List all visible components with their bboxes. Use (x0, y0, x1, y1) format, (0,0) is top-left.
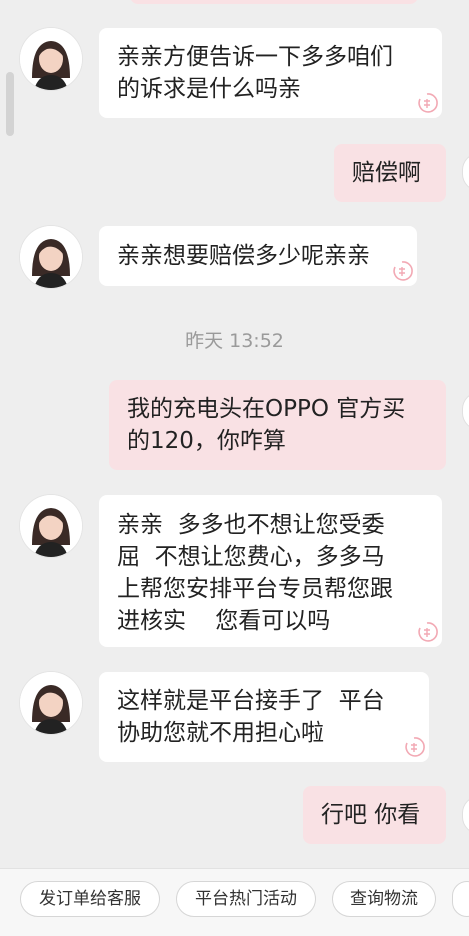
user-avatar-edge (463, 154, 469, 190)
message-text: 这样就是平台接手了 平台 协助您就不用担心啦 (117, 688, 385, 746)
person-icon (20, 495, 82, 557)
user-message-bubble[interactable]: 行吧 你看 (303, 786, 446, 844)
message-text: 亲亲方便告诉一下多多咱们 的诉求是什么吗亲 (117, 44, 393, 102)
agent-avatar[interactable] (20, 672, 82, 734)
timestamp: 昨天 13:52 (185, 330, 284, 352)
agent-avatar[interactable] (20, 495, 82, 557)
agent-avatar[interactable] (20, 226, 82, 288)
agent-message-bubble[interactable]: 亲亲 多多也不想让您受委 屈 不想让您费心，多多马 上帮您安排平台专员帮您跟 进… (99, 495, 442, 647)
pinduoduo-stamp-icon (418, 93, 438, 113)
message-text: 行吧 你看 (321, 802, 421, 828)
person-icon (20, 226, 82, 288)
chat-area: 亲亲方便告诉一下多多咱们 的诉求是什么吗亲 赔偿啊 亲亲想要赔偿多少呢亲亲 昨天… (0, 0, 469, 868)
scrollbar[interactable] (6, 72, 14, 136)
agent-message-bubble[interactable]: 这样就是平台接手了 平台 协助您就不用担心啦 (99, 672, 429, 762)
quick-reply-more[interactable] (452, 881, 469, 917)
user-avatar-edge (463, 393, 469, 429)
quick-reply-send-order[interactable]: 发订单给客服 (20, 881, 160, 917)
quick-reply-hot-activities[interactable]: 平台热门活动 (176, 881, 316, 917)
message-text: 亲亲 多多也不想让您受委 屈 不想让您费心，多多马 上帮您安排平台专员帮您跟 进… (117, 512, 393, 634)
agent-message-bubble[interactable]: 亲亲想要赔偿多少呢亲亲 (99, 226, 417, 286)
person-icon (20, 28, 82, 90)
user-avatar-edge (463, 797, 469, 833)
person-icon (20, 672, 82, 734)
message-text: 亲亲想要赔偿多少呢亲亲 (117, 243, 370, 269)
user-message-bubble[interactable]: 我的充电头在OPPO 官方买 的120，你咋算 (109, 380, 446, 470)
pinduoduo-stamp-icon (393, 261, 413, 281)
message-text: 我的充电头在OPPO 官方买 的120，你咋算 (127, 396, 406, 454)
message-text: 赔偿啊 (352, 160, 421, 186)
user-message-bubble[interactable]: 赔偿啊 (334, 144, 446, 202)
previous-message-bubble (130, 0, 418, 4)
pinduoduo-stamp-icon (418, 622, 438, 642)
quick-reply-track-shipment[interactable]: 查询物流 (332, 881, 436, 917)
quick-reply-bar: 发订单给客服 平台热门活动 查询物流 (0, 868, 469, 936)
pinduoduo-stamp-icon (405, 737, 425, 757)
agent-message-bubble[interactable]: 亲亲方便告诉一下多多咱们 的诉求是什么吗亲 (99, 28, 442, 118)
agent-avatar[interactable] (20, 28, 82, 90)
